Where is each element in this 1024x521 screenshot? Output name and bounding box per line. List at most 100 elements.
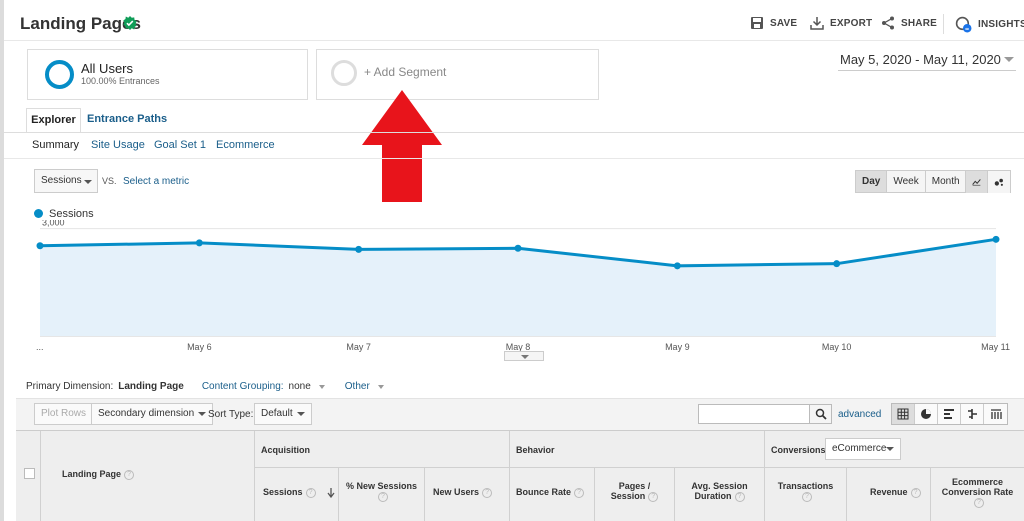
granularity-week-button[interactable]: Week [887, 171, 926, 192]
help-icon[interactable]: ? [910, 487, 921, 498]
sort-type-select[interactable]: Default [254, 403, 312, 425]
landing-page-column-header[interactable]: Landing Page? [62, 469, 135, 480]
motion-chart-icon [994, 178, 1003, 186]
data-point [673, 262, 681, 270]
data-point [355, 245, 363, 253]
table-header-rule [255, 467, 1024, 468]
select-metric-link[interactable]: Select a metric [123, 176, 189, 187]
help-icon[interactable]: ? [734, 491, 745, 502]
subtab-site-usage[interactable]: Site Usage [91, 139, 145, 151]
x-tick-label: May 11 [981, 342, 1010, 352]
save-label: SAVE [770, 17, 798, 29]
percentage-view-button[interactable] [915, 404, 938, 424]
search-icon [815, 408, 827, 420]
avg-session-duration-column-header[interactable]: Avg. Session Duration? [675, 468, 765, 521]
help-icon[interactable]: ? [974, 497, 984, 508]
sessions-chart: 1,0002,0003,000...May 6May 7May 8May 9Ma… [36, 220, 1010, 352]
conversions-select[interactable]: eCommerce [825, 438, 901, 460]
granularity-month-button[interactable]: Month [925, 171, 966, 192]
help-icon[interactable]: ? [482, 487, 493, 498]
other-caret-icon[interactable] [377, 384, 384, 389]
vs-label: VS. [102, 176, 117, 186]
granularity-day-button[interactable]: Day [856, 171, 888, 192]
export-icon [810, 17, 824, 30]
performance-view-button[interactable] [938, 404, 961, 424]
sessions-area-fill [40, 239, 996, 336]
tab-explorer[interactable]: Explorer [26, 108, 81, 133]
add-segment-label: + Add Segment [364, 65, 447, 79]
data-point [195, 239, 203, 247]
segment-ring-icon [45, 60, 74, 89]
bounce-rate-column-header[interactable]: Bounce Rate? [510, 468, 595, 521]
date-dropdown-caret-icon[interactable] [1004, 57, 1014, 62]
pivot-view-button[interactable] [984, 404, 1007, 424]
content-grouping-value[interactable]: none [289, 381, 311, 392]
data-view-button[interactable] [892, 404, 915, 424]
plot-rows-button[interactable]: Plot Rows [34, 403, 94, 425]
tab-rule [4, 132, 1024, 133]
grid-icon [897, 408, 909, 420]
content-grouping-caret-icon[interactable] [318, 384, 325, 389]
line-chart-icon [972, 179, 981, 186]
header-rule [4, 40, 1024, 41]
help-icon[interactable]: ? [574, 487, 585, 498]
pages-per-session-column-header[interactable]: Pages / Session? [595, 468, 675, 521]
help-icon[interactable]: ? [648, 491, 659, 502]
segment-subtitle: 100.00% Entrances [81, 76, 160, 86]
select-all-checkbox[interactable] [24, 468, 35, 479]
insights-icon: ∞ [955, 16, 972, 33]
x-tick-label: May 6 [187, 342, 212, 352]
revenue-column-header[interactable]: Revenue? [847, 468, 931, 521]
table-search-input[interactable] [698, 404, 810, 424]
subtab-ecommerce[interactable]: Ecommerce [216, 139, 275, 151]
chart-resize-handle[interactable] [504, 351, 544, 361]
subtab-goal-set-1[interactable]: Goal Set 1 [154, 139, 206, 151]
segment-name: All Users [81, 61, 134, 76]
new-sessions-column-header[interactable]: % New Sessions ? [339, 468, 425, 521]
data-point [514, 244, 522, 252]
add-segment-button[interactable] [316, 49, 599, 100]
transactions-column-header[interactable]: Transactions ? [765, 468, 847, 521]
dimension-other[interactable]: Other [345, 381, 370, 392]
date-range-underline [838, 70, 1016, 71]
subtab-summary[interactable]: Summary [32, 139, 79, 151]
sort-type-label: Sort Type: [208, 409, 254, 420]
x-tick-label: ... [36, 342, 44, 352]
x-tick-label: May 7 [346, 342, 371, 352]
help-icon[interactable]: ? [378, 491, 388, 502]
share-button[interactable]: SHARE [881, 16, 937, 30]
table-search-button[interactable] [809, 404, 832, 424]
sort-descending-icon [327, 488, 335, 498]
motion-chart-button[interactable] [988, 171, 1010, 193]
export-label: EXPORT [830, 17, 873, 29]
secondary-dimension-select[interactable]: Secondary dimension [91, 403, 214, 425]
data-point [992, 235, 1000, 243]
chart-type-toggle [965, 170, 1011, 193]
share-label: SHARE [901, 17, 938, 29]
help-icon[interactable]: ? [124, 469, 135, 480]
dimension-landing-page[interactable]: Landing Page [118, 381, 184, 392]
verified-check-icon [123, 16, 137, 30]
help-icon[interactable]: ? [305, 487, 316, 498]
line-chart-button[interactable] [966, 171, 988, 193]
comparison-icon [968, 409, 977, 419]
content-grouping-label[interactable]: Content Grouping: [202, 381, 284, 392]
bar-list-icon [944, 409, 954, 419]
primary-dimension-row: Primary Dimension: Landing Page Content … [26, 381, 384, 392]
pivot-icon [990, 409, 1002, 419]
tab-entrance-paths[interactable]: Entrance Paths [87, 113, 167, 125]
new-users-column-header[interactable]: New Users? [425, 468, 510, 521]
advanced-filter-link[interactable]: advanced [838, 409, 881, 420]
export-button[interactable]: EXPORT [810, 16, 872, 30]
help-icon[interactable]: ? [802, 491, 812, 502]
sessions-column-header[interactable]: Sessions? [255, 468, 339, 521]
ecommerce-conversion-rate-column-header[interactable]: Ecommerce Conversion Rate ? [931, 468, 1024, 521]
save-button[interactable]: SAVE [750, 16, 797, 30]
insights-button[interactable]: ∞ INSIGHTS [955, 16, 1024, 33]
date-range-picker[interactable]: May 5, 2020 - May 11, 2020 [840, 52, 1001, 67]
insights-label: INSIGHTS [978, 19, 1024, 30]
comparison-view-button[interactable] [961, 404, 984, 424]
metric-select[interactable]: Sessions [34, 169, 98, 193]
pie-icon [921, 409, 931, 419]
share-icon [882, 16, 894, 30]
